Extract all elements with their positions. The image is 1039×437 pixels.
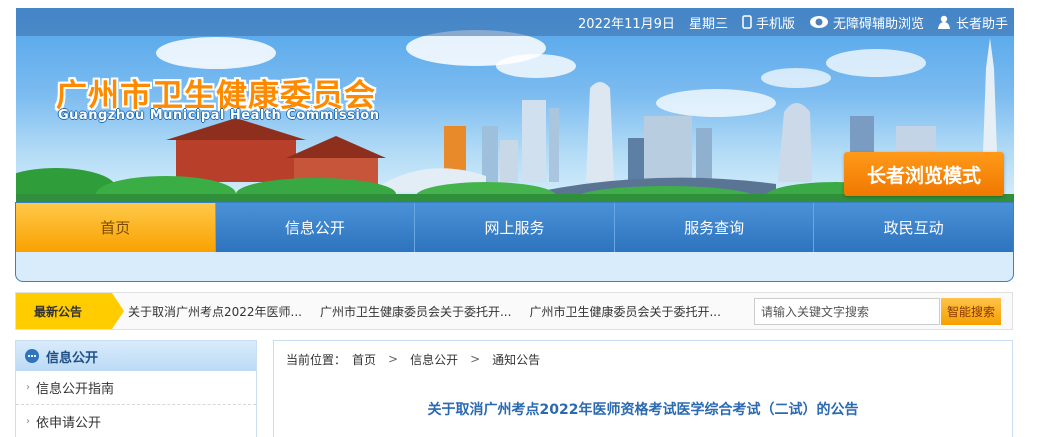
nav-tabs: 首页 信息公开 网上服务 服务查询 政民互动: [16, 203, 1013, 252]
page: 2022年11月9日 星期三 手机版 无障碍辅助浏览 长者助手 广州市卫生健康委…: [0, 0, 1039, 437]
main-nav: 首页 信息公开 网上服务 服务查询 政民互动: [15, 202, 1014, 282]
elder-mode-button[interactable]: 长者浏览模式: [844, 152, 1004, 196]
date-text: 2022年11月9日: [578, 16, 675, 32]
nav-tab-public-interaction[interactable]: 政民互动: [814, 203, 1013, 252]
mobile-version-label: 手机版: [755, 16, 795, 32]
main-content: 当前位置： 首页 > 信息公开 > 通知公告 关于取消广州考点2022年医师资格…: [273, 340, 1013, 437]
phone-icon: [742, 15, 752, 29]
person-icon: [937, 15, 950, 29]
chevron-right-icon: >: [388, 352, 399, 366]
sidebar-header: 信息公开: [16, 341, 256, 371]
sidebar-item-disclosure-guide[interactable]: › 信息公开指南: [16, 371, 256, 405]
elder-helper-link[interactable]: 长者助手: [937, 13, 1008, 32]
notice-list: 关于取消广州考点2022年医师... 广州市卫生健康委员会关于委托开... 广州…: [128, 303, 739, 320]
breadcrumb-notices[interactable]: 通知公告: [492, 351, 540, 368]
accessibility-link[interactable]: 无障碍辅助浏览: [809, 13, 924, 32]
nav-tab-online-services[interactable]: 网上服务: [415, 203, 615, 252]
smart-search-button[interactable]: 智能搜索: [941, 298, 1001, 325]
latest-notice-label: 最新公告: [16, 293, 124, 329]
breadcrumb-label: 当前位置：: [286, 352, 347, 367]
site-subtitle: Guangzhou Municipal Health Commission: [58, 108, 380, 123]
nav-tab-service-query[interactable]: 服务查询: [615, 203, 815, 252]
chevron-right-icon: ›: [26, 382, 30, 393]
notice-item[interactable]: 关于取消广州考点2022年医师...: [128, 303, 302, 320]
weekday-text: 星期三: [688, 16, 728, 32]
breadcrumb-info-disclosure[interactable]: 信息公开: [410, 351, 458, 368]
sidebar: 信息公开 › 信息公开指南 › 依申请公开: [15, 340, 257, 437]
search-input[interactable]: [754, 298, 940, 325]
chevron-right-icon: ›: [26, 416, 30, 427]
header-banner: 2022年11月9日 星期三 手机版 无障碍辅助浏览 长者助手 广州市卫生健康委…: [16, 8, 1014, 202]
article-title: 关于取消广州考点2022年医师资格考试医学综合考试（二试）的公告: [427, 402, 859, 418]
mobile-version-link[interactable]: 手机版: [742, 13, 795, 32]
eye-icon: [809, 16, 828, 28]
sidebar-item-apply-disclosure[interactable]: › 依申请公开: [16, 405, 256, 437]
breadcrumb-home[interactable]: 首页: [352, 351, 376, 368]
sidebar-item-label: 信息公开指南: [36, 382, 115, 397]
nav-tab-home[interactable]: 首页: [16, 203, 216, 252]
latest-notice-bar: 最新公告 关于取消广州考点2022年医师... 广州市卫生健康委员会关于委托开.…: [15, 292, 1013, 330]
sidebar-item-label: 依申请公开: [36, 416, 102, 431]
notice-item[interactable]: 广州市卫生健康委员会关于委托开...: [529, 303, 720, 320]
breadcrumb: 当前位置： 首页 > 信息公开 > 通知公告: [274, 341, 1012, 377]
notice-item[interactable]: 广州市卫生健康委员会关于委托开...: [320, 303, 511, 320]
chevron-right-icon: >: [470, 352, 481, 366]
chat-bubble-icon: [25, 349, 39, 363]
sidebar-title: 信息公开: [46, 350, 99, 366]
elder-helper-label: 长者助手: [955, 16, 1008, 32]
nav-tab-info-disclosure[interactable]: 信息公开: [216, 203, 416, 252]
accessibility-label: 无障碍辅助浏览: [832, 16, 924, 32]
top-utility-bar: 2022年11月9日 星期三 手机版 无障碍辅助浏览 长者助手: [16, 8, 1014, 36]
